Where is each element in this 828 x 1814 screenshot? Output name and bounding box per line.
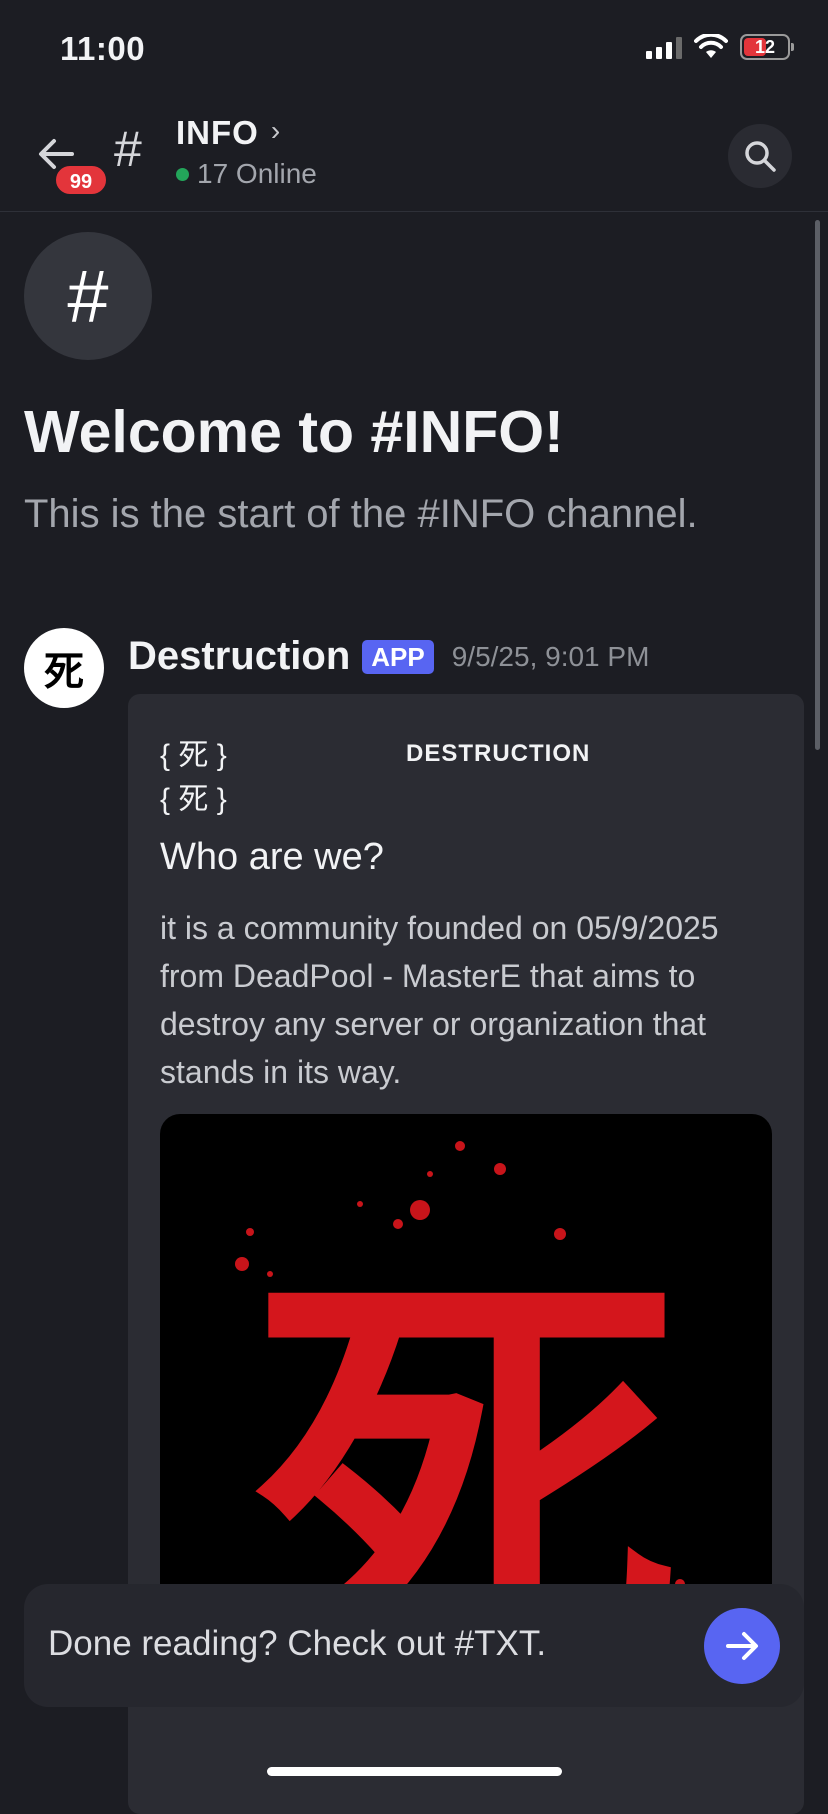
avatar[interactable]: 死 [24,628,104,708]
search-button[interactable] [728,124,792,188]
channel-name: INFO [176,114,259,151]
channel-hash-icon: # [114,121,142,177]
battery-icon: 12 [740,34,794,60]
online-dot-icon [176,167,189,181]
online-count: 17 Online [176,158,317,190]
status-bar: 11:00 12 [0,0,828,100]
channel-start-text: This is the start of the #INFO channel. [24,492,698,536]
embed-description: it is a community founded on 05/9/2025 f… [160,910,719,1090]
chevron-right-icon: › [270,115,281,146]
scrollbar[interactable] [815,220,820,750]
app-tag: APP [362,639,434,674]
cellular-signal-icon [646,35,682,59]
unread-badge: 99 [54,164,108,196]
embed-line: { 死 } [160,739,227,772]
message-header: Destruction APP 9/5/25, 9:01 PM [128,634,649,679]
composer-text: Done reading? Check out #TXT. [48,1624,547,1663]
message-composer[interactable]: Done reading? Check out #TXT. [24,1584,804,1707]
author-name[interactable]: Destruction [128,634,350,679]
embed-author: DESTRUCTION [406,740,591,767]
channel-title[interactable]: INFO › 17 Online [176,114,317,190]
embed-line: { 死 } [160,783,227,816]
channel-header: 99 # INFO › 17 Online [0,100,828,212]
wifi-icon [694,34,728,58]
arrow-right-icon [726,1632,758,1660]
channel-icon: # [24,232,152,360]
embed-title: Who are we? [160,836,384,878]
message-timestamp: 9/5/25, 9:01 PM [451,640,650,672]
system-icons: 12 [646,34,794,60]
welcome-title: Welcome to #INFO! [24,399,564,465]
battery-level: 12 [754,37,776,57]
search-icon [745,141,776,172]
next-channel-button[interactable] [704,1608,780,1684]
status-time: 11:00 [60,30,146,67]
online-text: 17 Online [197,158,317,189]
home-indicator[interactable] [267,1767,562,1776]
